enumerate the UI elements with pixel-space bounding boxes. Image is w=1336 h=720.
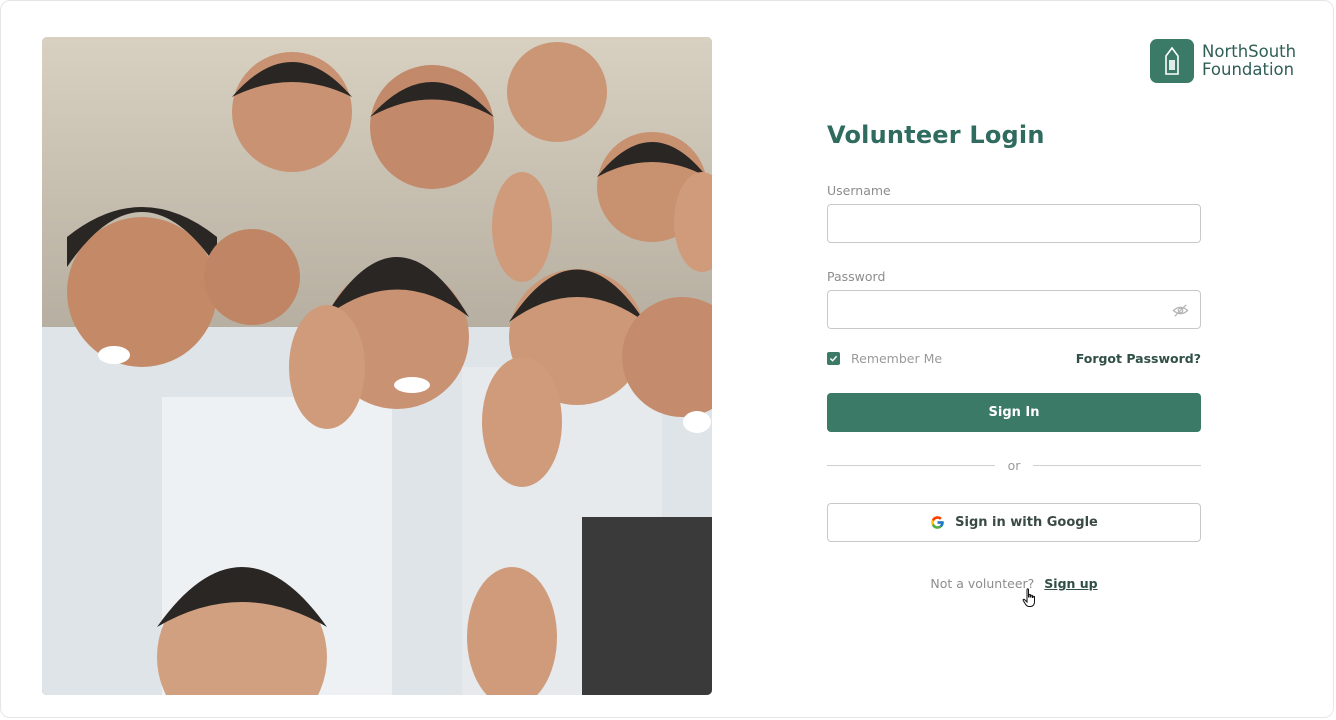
signup-prompt: Not a volunteer? Sign up	[827, 576, 1201, 591]
login-page: NorthSouth Foundation Volunteer Login Us…	[0, 0, 1334, 718]
username-input[interactable]	[828, 205, 1200, 242]
hand-cursor-icon	[1022, 588, 1035, 607]
hero-illustration	[42, 37, 712, 695]
google-sign-in-label: Sign in with Google	[955, 515, 1098, 530]
username-field[interactable]	[827, 204, 1201, 243]
password-label: Password	[827, 269, 886, 284]
remember-label: Remember Me	[851, 351, 943, 366]
google-icon	[931, 516, 944, 529]
or-label: or	[1007, 458, 1021, 473]
signup-prompt-text: Not a volunteer?	[930, 576, 1035, 591]
divider-line-right	[1033, 465, 1201, 466]
eye-off-icon[interactable]	[1172, 302, 1189, 319]
sign-in-button[interactable]: Sign In	[827, 393, 1201, 432]
password-field[interactable]	[827, 290, 1201, 329]
hero-photo	[42, 37, 712, 695]
password-input[interactable]	[828, 291, 1200, 328]
google-sign-in-button[interactable]: Sign in with Google	[827, 503, 1201, 542]
sign-up-link[interactable]: Sign up	[1044, 576, 1097, 591]
username-label: Username	[827, 183, 891, 198]
brand-name-line2: Foundation	[1202, 60, 1295, 79]
remember-row: Remember Me Forgot Password?	[827, 351, 1201, 366]
login-form: Volunteer Login Username Password Rememb…	[827, 121, 1201, 591]
remember-me[interactable]: Remember Me	[827, 351, 942, 366]
page-title: Volunteer Login	[827, 121, 1045, 149]
brand-name: NorthSouth Foundation	[1202, 43, 1296, 79]
pencil-logo-icon	[1150, 39, 1194, 83]
remember-checkbox[interactable]	[827, 352, 840, 365]
brand-logo: NorthSouth Foundation	[1150, 39, 1296, 83]
or-divider: or	[827, 458, 1201, 473]
forgot-password-link[interactable]: Forgot Password?	[1076, 351, 1201, 366]
divider-line-left	[827, 465, 995, 466]
brand-name-line1: NorthSouth	[1202, 42, 1297, 61]
check-icon	[829, 355, 838, 362]
